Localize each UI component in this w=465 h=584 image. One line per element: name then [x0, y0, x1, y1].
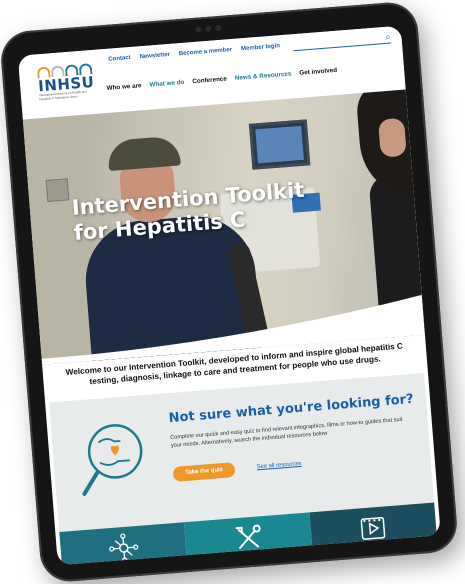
hero-photo-switch [45, 178, 70, 202]
main-nav: Who we are What we do Conference News & … [106, 67, 337, 92]
camera-dot [205, 25, 212, 33]
camera-dot [195, 26, 202, 33]
nav-contact[interactable]: Contact [108, 55, 131, 63]
utility-nav: Contact Newsletter Become a member Membe… [108, 43, 280, 62]
tablet-frame: INHSU International Network on Health an… [0, 0, 460, 584]
nav-news-resources[interactable]: News & Resources [235, 70, 292, 81]
nav-conference[interactable]: Conference [192, 76, 227, 86]
logo-subtitle: International Network on Health and Hepa… [38, 89, 87, 101]
nav-get-involved[interactable]: Get involved [299, 67, 337, 77]
resource-tile[interactable] [309, 502, 439, 566]
take-quiz-button[interactable]: Take the quiz [172, 462, 236, 482]
nav-member-login[interactable]: Member login [241, 43, 280, 52]
hero-banner: Intervention Toolkit for Hepatitis C [22, 89, 425, 365]
tools-icon [235, 524, 261, 549]
inhsu-logo[interactable]: INHSU International Network on Health an… [36, 62, 100, 102]
hero-photo-monitor [248, 119, 311, 170]
tablet-screen: INHSU International Network on Health an… [17, 25, 441, 566]
magnifier-hands-heart-icon [82, 424, 143, 496]
nav-who-we-are[interactable]: Who we are [106, 82, 141, 92]
nav-what-we-do[interactable]: What we do [149, 79, 184, 89]
hero-photo-cap [106, 135, 181, 172]
search-icon[interactable]: ⌕ [385, 32, 391, 43]
film-icon [360, 516, 386, 540]
nav-newsletter[interactable]: Newsletter [139, 52, 170, 60]
see-all-resources-link[interactable]: See all resources [257, 461, 302, 470]
network-icon [108, 533, 138, 563]
camera-dot [215, 24, 222, 32]
hero-photo-face [377, 117, 407, 158]
resource-tile[interactable] [184, 512, 314, 566]
nav-become-member[interactable]: Become a member [179, 47, 233, 57]
search-input[interactable]: ⌕ [292, 32, 392, 52]
